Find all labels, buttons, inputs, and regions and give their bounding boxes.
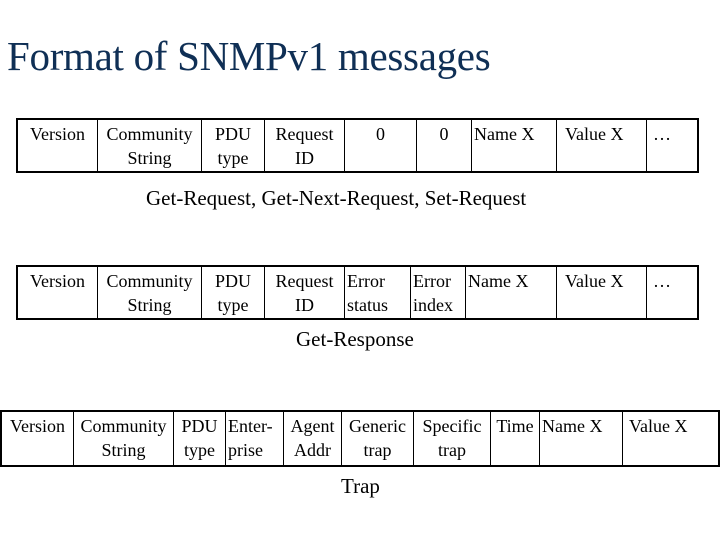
trap-message-format: Version Community String PDU type Enter-pr… xyxy=(0,410,720,467)
response-caption: Get-Response xyxy=(296,327,414,351)
field-value-x: Value X xyxy=(557,267,647,318)
response-message-format: Version Community String PDU type Request I… xyxy=(16,265,699,320)
field-pdu-type: PDU type xyxy=(174,412,226,465)
field-value-x: Value X xyxy=(557,120,647,171)
field-name-x: Name X xyxy=(540,412,623,465)
field-version: Version xyxy=(2,412,74,465)
field-request-id: Request ID xyxy=(265,120,345,171)
field-error-status: Error status xyxy=(345,267,411,318)
field-enterprise: Enter-prise xyxy=(226,412,284,465)
field-name-x: Name X xyxy=(472,120,557,171)
field-time: Time xyxy=(491,412,540,465)
field-error-index: Error index xyxy=(411,267,466,318)
field-pdu-type: PDU type xyxy=(202,120,265,171)
field-value-x: Value X xyxy=(629,416,688,436)
request-message-format: Version Community String PDU type Request I… xyxy=(16,118,699,173)
field-error-index-zero: 0 xyxy=(417,120,472,171)
trap-caption: Trap xyxy=(341,474,380,498)
field-error-status-zero: 0 xyxy=(345,120,417,171)
field-ellipsis: … xyxy=(653,271,671,291)
field-name-x: Name X xyxy=(466,267,557,318)
field-ellipsis: … xyxy=(653,124,671,144)
field-version: Version xyxy=(18,267,98,318)
field-agent-addr: Agent Addr xyxy=(284,412,342,465)
field-community-string: Community String xyxy=(98,120,202,171)
request-caption: Get-Request, Get-Next-Request, Set-Reque… xyxy=(146,186,527,210)
field-community-string: Community String xyxy=(98,267,202,318)
field-generic-trap: Generic trap xyxy=(342,412,414,465)
field-version: Version xyxy=(18,120,98,171)
field-community-string: Community String xyxy=(74,412,174,465)
slide-title: Format of SNMPv1 messages xyxy=(7,33,491,79)
field-pdu-type: PDU type xyxy=(202,267,265,318)
field-request-id: Request ID xyxy=(265,267,345,318)
field-specific-trap: Specific trap xyxy=(414,412,491,465)
